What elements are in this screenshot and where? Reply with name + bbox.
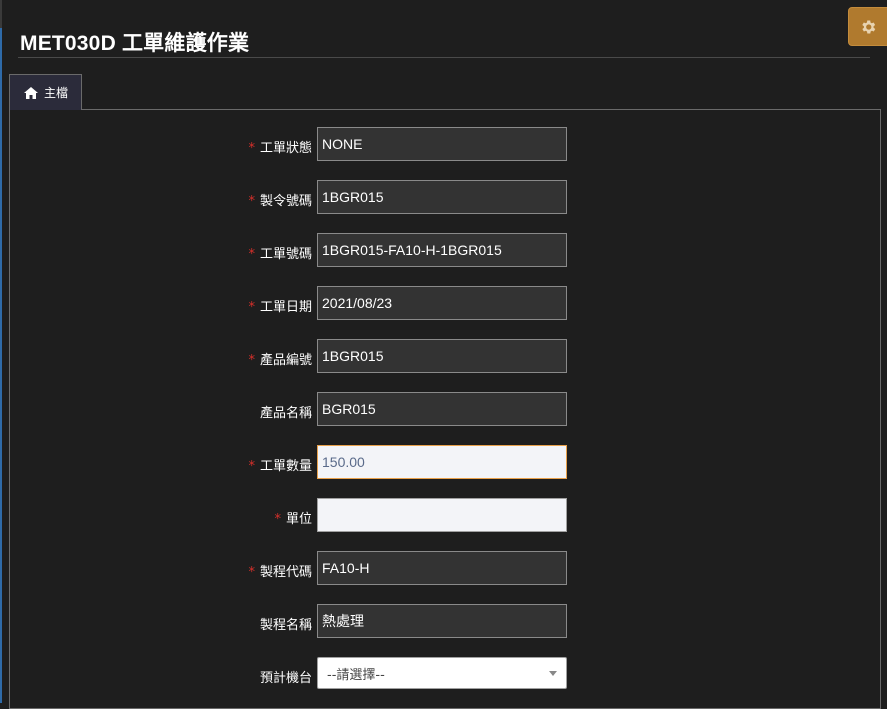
manufacturing-order-no-label: * 製令號碼	[248, 194, 312, 209]
page-title: MET030D 工單維護作業	[20, 32, 250, 55]
work-order-date-field[interactable]	[317, 286, 567, 320]
work-order-no-field[interactable]	[317, 233, 567, 267]
process-name-label: 製程名稱	[259, 618, 312, 633]
product-name-field[interactable]	[317, 392, 567, 426]
row-unit: * 單位	[10, 498, 880, 532]
row-product-code: * 產品編號	[10, 339, 880, 373]
home-icon	[24, 86, 38, 99]
row-work-order-status: * 工單狀態	[10, 127, 880, 161]
work-order-quantity-label: * 工單數量	[248, 459, 312, 474]
product-name-label: 產品名稱	[259, 406, 312, 421]
required-marker: *	[248, 141, 255, 156]
gear-icon	[859, 18, 877, 36]
required-marker: *	[248, 300, 255, 315]
planned-machine-label: 預計機台	[259, 671, 312, 686]
required-marker: *	[248, 353, 255, 368]
work-order-status-field[interactable]	[317, 127, 567, 161]
left-edge-accent	[0, 28, 2, 703]
settings-button[interactable]	[848, 7, 887, 46]
required-marker: *	[248, 459, 255, 474]
main-panel: *工單狀態 *製令號碼 *工單號碼 *工單日期 *產品編號 產品名稱 *工單數量…	[9, 109, 881, 709]
planned-machine-selected-value: --請選擇--	[327, 667, 385, 683]
product-code-label: * 產品編號	[248, 353, 312, 368]
unit-label: * 單位	[274, 512, 312, 527]
row-process-name: 製程名稱	[10, 604, 880, 638]
required-marker: *	[248, 194, 255, 209]
row-work-order-date: * 工單日期	[10, 286, 880, 320]
required-marker: *	[248, 247, 255, 262]
required-marker: *	[248, 565, 255, 580]
product-code-field[interactable]	[317, 339, 567, 373]
row-product-name: 產品名稱	[10, 392, 880, 426]
row-planned-machine: 預計機台 --請選擇--	[10, 657, 880, 691]
row-process-code: * 製程代碼	[10, 551, 880, 585]
process-code-field[interactable]	[317, 551, 567, 585]
planned-machine-select[interactable]: --請選擇--	[317, 657, 567, 689]
row-manufacturing-order-no: * 製令號碼	[10, 180, 880, 214]
tab-main-label: 主檔	[44, 86, 69, 100]
process-name-field[interactable]	[317, 604, 567, 638]
chevron-down-icon	[549, 671, 557, 676]
unit-field[interactable]	[317, 498, 567, 532]
work-order-status-label: * 工單狀態	[248, 141, 312, 156]
work-order-no-label: * 工單號碼	[248, 247, 312, 262]
title-divider	[18, 57, 870, 58]
manufacturing-order-no-field[interactable]	[317, 180, 567, 214]
row-work-order-no: * 工單號碼	[10, 233, 880, 267]
work-order-date-label: * 工單日期	[248, 300, 312, 315]
process-code-label: * 製程代碼	[248, 565, 312, 580]
tab-main[interactable]: 主檔	[9, 74, 82, 110]
work-order-quantity-field[interactable]	[317, 445, 567, 479]
required-marker: *	[274, 512, 281, 527]
row-work-order-quantity: * 工單數量	[10, 445, 880, 479]
